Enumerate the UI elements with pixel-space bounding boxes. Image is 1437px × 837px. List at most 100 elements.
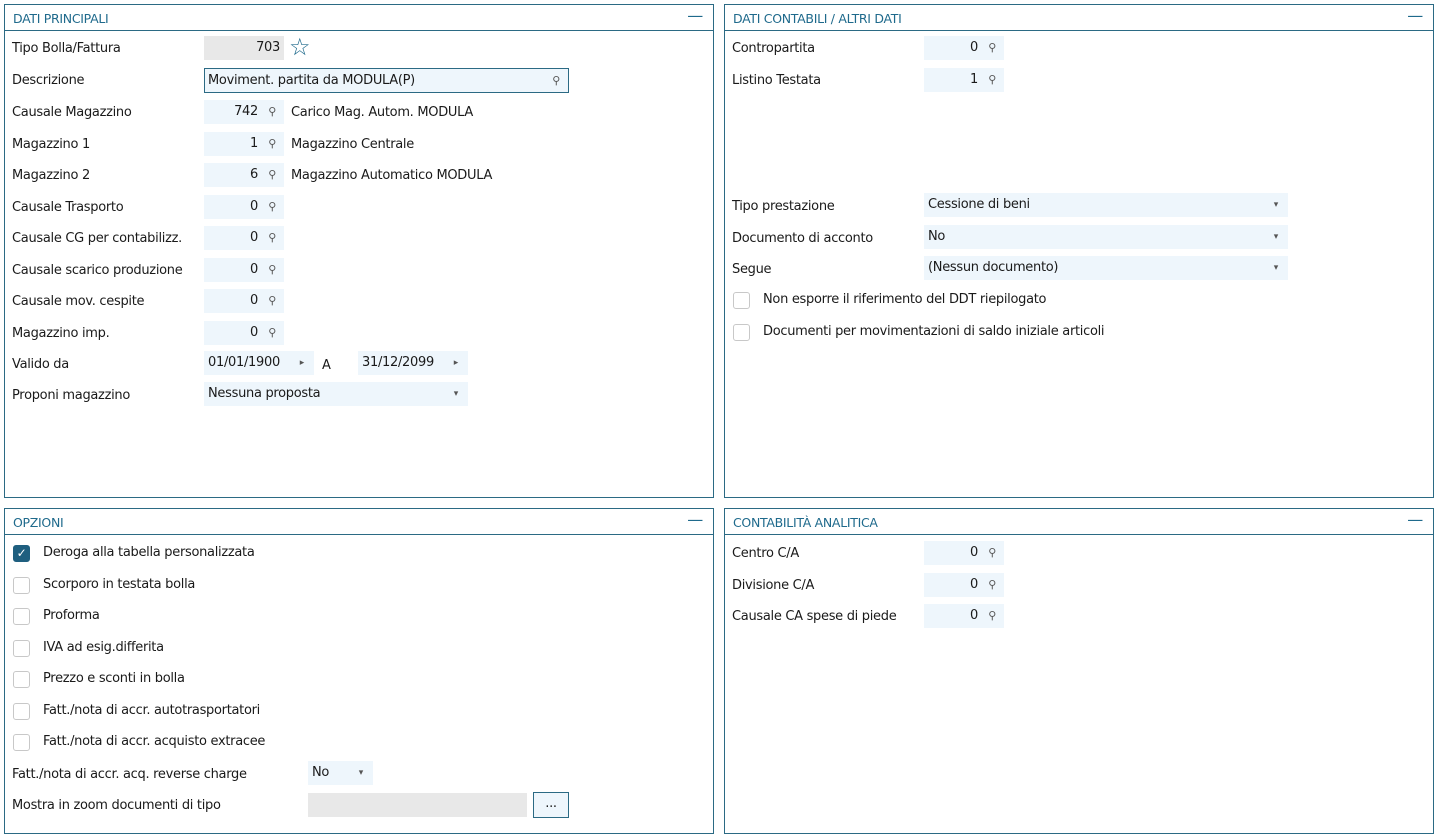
search-icon[interactable]: ⚲ <box>268 258 276 282</box>
checkbox[interactable] <box>733 323 750 341</box>
mostra-label: Mostra in zoom documenti di tipo <box>12 798 221 813</box>
star-icon[interactable]: ☆ <box>289 33 311 61</box>
arrow-right-icon[interactable]: ▸ <box>300 351 305 375</box>
checkbox[interactable] <box>13 671 30 688</box>
search-icon[interactable]: ⚲ <box>268 195 276 219</box>
descrizione-value: Moviment. partita da MODULA(P) <box>208 73 415 88</box>
chevron-down-icon[interactable]: ▾ <box>454 382 459 406</box>
minimize-icon[interactable]: — <box>687 510 703 529</box>
field-label: Divisione C/A <box>732 577 815 593</box>
checkbox[interactable] <box>733 292 750 309</box>
valido-a-field[interactable]: 31/12/2099 ▸ <box>358 351 468 375</box>
panel-dati-principali: DATI PRINCIPALI — Tipo Bolla/Fattura 703 … <box>4 4 714 498</box>
code-field[interactable]: 0 ⚲ <box>924 572 1004 597</box>
checkbox[interactable] <box>13 702 30 720</box>
search-icon[interactable]: ⚲ <box>988 68 996 92</box>
field-description: Magazzino Centrale <box>291 136 414 152</box>
reverse-charge-value: No <box>312 765 330 780</box>
select-label: Documento di acconto <box>732 230 873 246</box>
code-value: 1 <box>970 71 978 87</box>
select-field[interactable]: Cessione di beni ▾ <box>924 193 1288 217</box>
code-value: 0 <box>970 608 978 623</box>
check-icon: ✓ <box>16 546 27 560</box>
code-field[interactable]: 0 ⚲ <box>204 226 284 250</box>
code-field[interactable]: 0 ⚲ <box>924 541 1004 565</box>
code-value: 6 <box>250 167 258 182</box>
checkbox-label: Proforma <box>43 608 100 623</box>
chevron-down-icon[interactable]: ▾ <box>1274 225 1279 249</box>
mostra-browse-button[interactable]: ... <box>533 792 569 818</box>
search-icon[interactable]: ⚲ <box>988 36 996 60</box>
code-field[interactable]: 6 ⚲ <box>204 163 284 187</box>
field-description: Carico Mag. Autom. MODULA <box>291 105 473 120</box>
chevron-down-icon[interactable]: ▾ <box>1274 256 1279 280</box>
checkbox[interactable] <box>13 639 30 657</box>
select-label: Tipo prestazione <box>732 199 835 214</box>
chevron-down-icon[interactable]: ▾ <box>359 761 364 785</box>
select-field[interactable]: (Nessun documento) ▾ <box>924 256 1288 280</box>
field-label: Causale Trasporto <box>12 199 124 215</box>
select-field[interactable]: No ▾ <box>924 224 1288 249</box>
panel-contabilita-analitica: CONTABILITÀ ANALITICA — Centro C/A 0 ⚲ Divis… <box>724 508 1434 834</box>
search-icon[interactable]: ⚲ <box>268 163 276 187</box>
reverse-charge-label: Fatt./nota di accr. acq. reverse charge <box>12 767 247 782</box>
search-icon[interactable]: ⚲ <box>988 573 996 597</box>
descrizione-input[interactable]: Moviment. partita da MODULA(P) ⚲ <box>204 68 569 93</box>
code-value: 1 <box>250 135 258 151</box>
code-field[interactable]: 0 ⚲ <box>204 289 284 313</box>
panel-title: DATI PRINCIPALI <box>13 11 109 26</box>
tipo-field: 703 <box>204 36 284 60</box>
reverse-charge-select[interactable]: No ▾ <box>308 761 373 785</box>
code-field[interactable]: 0 ⚲ <box>204 320 284 345</box>
code-field[interactable]: 742 ⚲ <box>204 100 284 124</box>
valido-da-value: 01/01/1900 <box>208 355 280 370</box>
search-icon[interactable]: ⚲ <box>268 289 276 313</box>
code-field[interactable]: 0 ⚲ <box>204 194 284 219</box>
proponi-select[interactable]: Nessuna proposta ▾ <box>204 382 468 406</box>
chevron-down-icon[interactable]: ▾ <box>1274 193 1279 217</box>
valido-da-label: Valido da <box>12 357 69 372</box>
checkbox-label: Scorporo in testata bolla <box>43 576 196 592</box>
search-icon[interactable]: ⚲ <box>268 226 276 250</box>
search-icon[interactable]: ⚲ <box>988 541 996 565</box>
checkbox[interactable] <box>13 608 30 625</box>
code-value: 742 <box>234 104 258 119</box>
code-value: 0 <box>250 198 258 214</box>
search-icon[interactable]: ⚲ <box>988 604 996 628</box>
checkbox[interactable]: ✓ <box>13 545 30 562</box>
checkbox[interactable] <box>13 734 30 751</box>
panel-header: DATI PRINCIPALI — <box>5 5 713 31</box>
checkbox-label: IVA ad esig.differita <box>43 639 164 655</box>
panel-opzioni: OPZIONI — ✓ Deroga alla tabella personaliz… <box>4 508 714 834</box>
code-value: 0 <box>250 261 258 277</box>
search-icon[interactable]: ⚲ <box>268 321 276 345</box>
panel-title: OPZIONI <box>13 515 64 530</box>
code-value: 0 <box>970 576 978 592</box>
select-label: Segue <box>732 262 772 277</box>
arrow-right-icon[interactable]: ▸ <box>454 351 459 375</box>
code-field[interactable]: 0 ⚲ <box>924 36 1004 60</box>
minimize-icon[interactable]: — <box>1407 6 1423 25</box>
code-field[interactable]: 0 ⚲ <box>204 257 284 282</box>
field-label: Magazzino 2 <box>12 168 90 183</box>
minimize-icon[interactable]: — <box>1407 510 1423 529</box>
tipo-label: Tipo Bolla/Fattura <box>12 41 121 56</box>
code-field[interactable]: 0 ⚲ <box>924 604 1004 628</box>
code-field[interactable]: 1 ⚲ <box>924 67 1004 92</box>
checkbox[interactable] <box>13 576 30 594</box>
search-icon[interactable]: ⚲ <box>552 69 560 92</box>
valido-da-field[interactable]: 01/01/1900 ▸ <box>204 351 314 375</box>
search-icon[interactable]: ⚲ <box>268 100 276 124</box>
checkbox-label: Prezzo e sconti in bolla <box>43 671 185 686</box>
panel-header: OPZIONI — <box>5 509 713 535</box>
code-field[interactable]: 1 ⚲ <box>204 131 284 156</box>
descrizione-label: Descrizione <box>12 73 85 88</box>
search-icon[interactable]: ⚲ <box>268 132 276 156</box>
field-label: Magazzino 1 <box>12 136 90 152</box>
minimize-icon[interactable]: — <box>687 6 703 25</box>
panel-header: CONTABILITÀ ANALITICA — <box>725 509 1433 535</box>
proponi-label: Proponi magazzino <box>12 388 131 403</box>
field-label: Magazzino imp. <box>12 325 110 341</box>
panel-dati-contabili: DATI CONTABILI / ALTRI DATI — Controparti… <box>724 4 1434 498</box>
code-value: 0 <box>250 324 258 340</box>
